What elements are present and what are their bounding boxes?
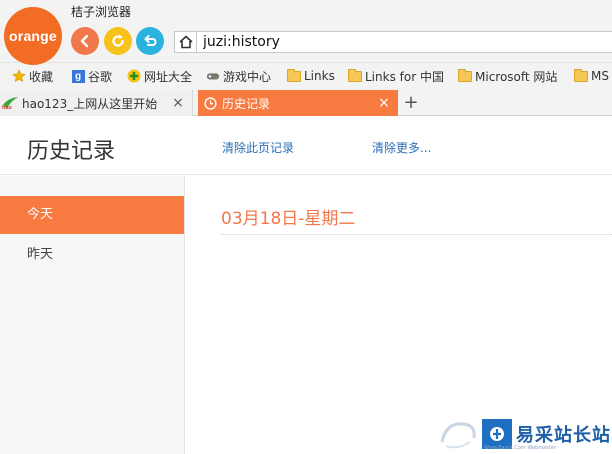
divider <box>221 234 612 235</box>
bookmark-folder-links-china[interactable]: Links for 中国 <box>348 67 444 85</box>
folder-icon <box>287 68 301 83</box>
address-bar[interactable] <box>196 31 612 53</box>
orange-logo[interactable]: orange <box>4 7 62 65</box>
clear-more-link[interactable]: 清除更多... <box>372 139 431 156</box>
browser-toolbar: orange 桔子浏览器 <box>0 0 612 65</box>
bookmark-google[interactable]: g 谷歌 <box>71 67 112 85</box>
tab-label: 历史记录 <box>222 96 271 111</box>
bookmark-hao123[interactable]: 网址大全 <box>127 67 192 85</box>
bookmark-label: 网址大全 <box>144 69 193 84</box>
bookmark-label: 收藏 <box>29 69 54 84</box>
watermark-subtext: Www.Easck.Com Webmaster <box>484 445 556 451</box>
clear-page-history-link[interactable]: 清除此页记录 <box>222 139 294 156</box>
folder-icon <box>458 68 472 83</box>
clock-icon <box>198 96 222 110</box>
tab-hao123[interactable]: hao hao123_上网从这里开始 × <box>0 90 193 116</box>
folder-icon <box>348 68 362 83</box>
sidebar-item-yesterday[interactable]: 昨天 <box>0 236 184 274</box>
home-icon <box>178 35 193 49</box>
bookmark-folder-ms[interactable]: MS <box>574 67 609 85</box>
svg-text:hao: hao <box>2 105 12 110</box>
close-tab-icon[interactable]: × <box>376 95 392 111</box>
new-tab-button[interactable]: + <box>402 92 420 114</box>
history-sidebar: 今天 昨天 <box>0 176 185 454</box>
tab-history[interactable]: 历史记录 × <box>198 90 398 116</box>
arrow-left-icon <box>80 34 89 48</box>
tab-bar: hao hao123_上网从这里开始 × 历史记录 × + <box>0 88 612 116</box>
bookmarks-bar: 收藏 g 谷歌 网址大全 游戏中心 Links Links for 中国 Mic… <box>0 62 612 88</box>
history-header: 历史记录 清除此页记录 清除更多... <box>0 117 612 175</box>
page-title: 历史记录 <box>27 139 116 164</box>
history-main: 03月18日-星期二 <box>185 176 612 454</box>
app-title: 桔子浏览器 <box>71 5 132 19</box>
refresh-icon <box>112 34 124 47</box>
bookmark-label: Links <box>304 69 335 83</box>
home-button[interactable] <box>174 31 196 53</box>
bookmark-label: Links for 中国 <box>365 69 444 84</box>
bookmark-favorites[interactable]: 收藏 <box>12 67 53 85</box>
bookmark-folder-microsoft[interactable]: Microsoft 网站 <box>458 67 557 85</box>
bookmark-folder-links[interactable]: Links <box>287 67 335 85</box>
star-icon <box>12 69 26 83</box>
gamepad-icon <box>206 69 220 83</box>
bookmark-label: Microsoft 网站 <box>475 69 558 84</box>
folder-icon <box>574 68 588 83</box>
bookmark-label: 游戏中心 <box>223 69 272 84</box>
back-button[interactable] <box>71 27 99 55</box>
refresh-button[interactable] <box>104 27 132 55</box>
watermark-text: 易采站长站 <box>516 425 611 446</box>
bookmark-games[interactable]: 游戏中心 <box>206 67 271 85</box>
date-heading: 03月18日-星期二 <box>221 209 356 229</box>
restore-tab-button[interactable] <box>136 27 164 55</box>
bookmark-label: MS <box>591 69 609 83</box>
swirl-logo-icon <box>440 422 476 449</box>
sidebar-item-today[interactable]: 今天 <box>0 196 184 234</box>
hao-icon: hao <box>0 96 22 110</box>
tab-label: hao123_上网从这里开始 <box>22 96 158 111</box>
close-tab-icon[interactable]: × <box>170 95 186 111</box>
hao123-cross-icon <box>127 69 141 83</box>
google-icon: g <box>71 69 85 83</box>
undo-arrow-icon <box>144 35 157 46</box>
bookmark-label: 谷歌 <box>88 69 113 84</box>
